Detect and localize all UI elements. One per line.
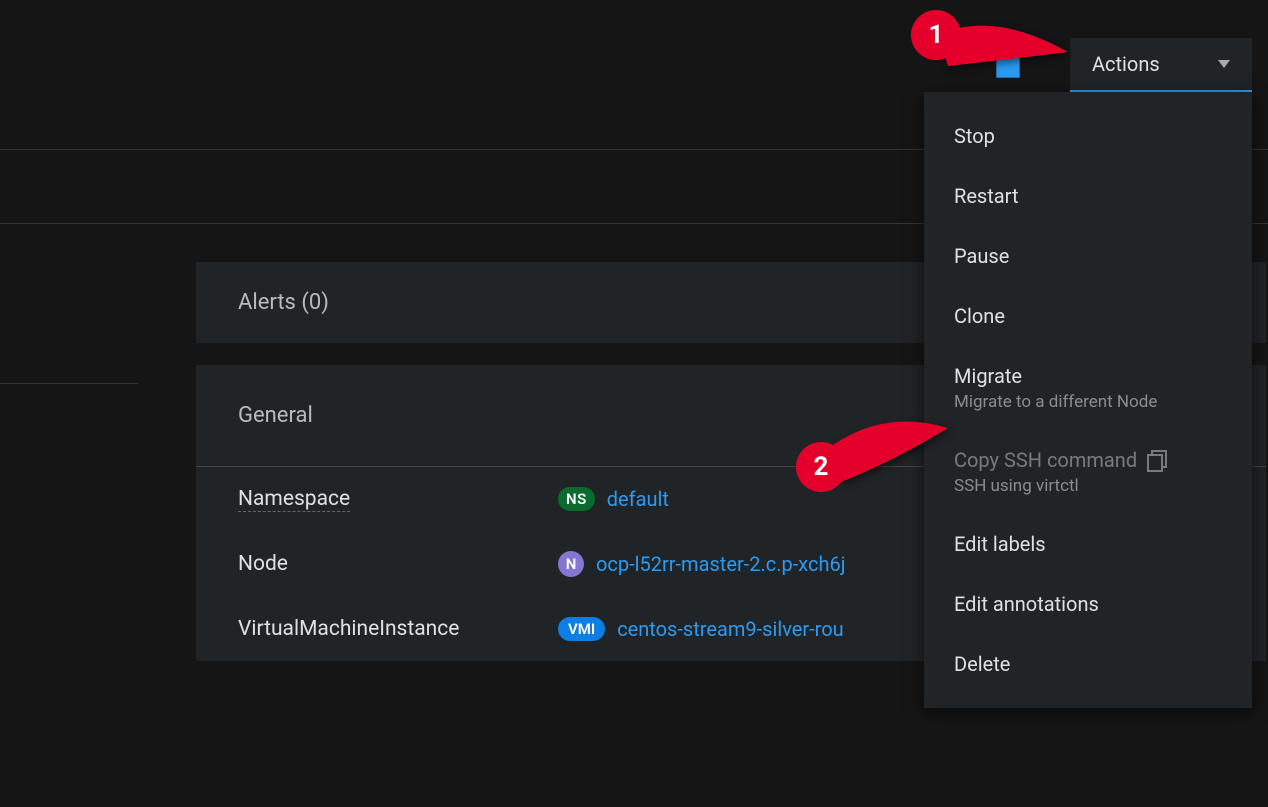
menu-item-clone-label: Clone [954, 304, 1222, 328]
stop-icon[interactable] [994, 52, 1022, 80]
menu-item-delete[interactable]: Delete [924, 634, 1252, 694]
menu-item-pause[interactable]: Pause [924, 226, 1252, 286]
menu-item-edit-annotations[interactable]: Edit annotations [924, 574, 1252, 634]
namespace-key: Namespace [238, 487, 350, 512]
menu-item-edit-annotations-label: Edit annotations [954, 592, 1222, 616]
caret-down-icon [1218, 60, 1230, 68]
menu-item-restart-label: Restart [954, 184, 1222, 208]
actions-label: Actions [1092, 52, 1160, 76]
vmi-key: VirtualMachineInstance [238, 617, 558, 641]
node-link[interactable]: ocp-l52rr-master-2.c.p-xch6j [596, 552, 846, 576]
menu-item-copy-ssh-sub: SSH using virtctl [954, 476, 1222, 496]
left-column [0, 224, 138, 661]
ns-badge: NS [558, 487, 595, 511]
menu-item-restart[interactable]: Restart [924, 166, 1252, 226]
copy-icon [1147, 450, 1165, 470]
menu-item-copy-ssh-label: Copy SSH command [954, 448, 1137, 472]
alerts-title: Alerts (0) [238, 290, 329, 315]
general-title: General [238, 403, 313, 428]
node-badge: N [558, 551, 584, 577]
menu-item-edit-labels[interactable]: Edit labels [924, 514, 1252, 574]
menu-item-edit-labels-label: Edit labels [954, 532, 1222, 556]
menu-item-migrate-label: Migrate [954, 364, 1222, 388]
menu-item-copy-ssh[interactable]: Copy SSH command SSH using virtctl [924, 430, 1252, 514]
actions-dropdown-menu: Stop Restart Pause Clone Migrate Migrate… [924, 92, 1252, 708]
left-block [0, 224, 138, 384]
vmi-badge: VMI [558, 617, 605, 641]
namespace-link[interactable]: default [607, 487, 669, 511]
menu-item-clone[interactable]: Clone [924, 286, 1252, 346]
menu-item-migrate[interactable]: Migrate Migrate to a different Node [924, 346, 1252, 430]
menu-item-migrate-sub: Migrate to a different Node [954, 392, 1222, 412]
node-key: Node [238, 552, 558, 576]
menu-item-stop[interactable]: Stop [924, 106, 1252, 166]
menu-item-stop-label: Stop [954, 124, 1222, 148]
actions-dropdown-button[interactable]: Actions [1070, 38, 1252, 92]
menu-item-delete-label: Delete [954, 652, 1222, 676]
vmi-link[interactable]: centos-stream9-silver-rou [617, 617, 844, 641]
menu-item-copy-ssh-title: Copy SSH command [954, 448, 1222, 472]
menu-item-pause-label: Pause [954, 244, 1222, 268]
